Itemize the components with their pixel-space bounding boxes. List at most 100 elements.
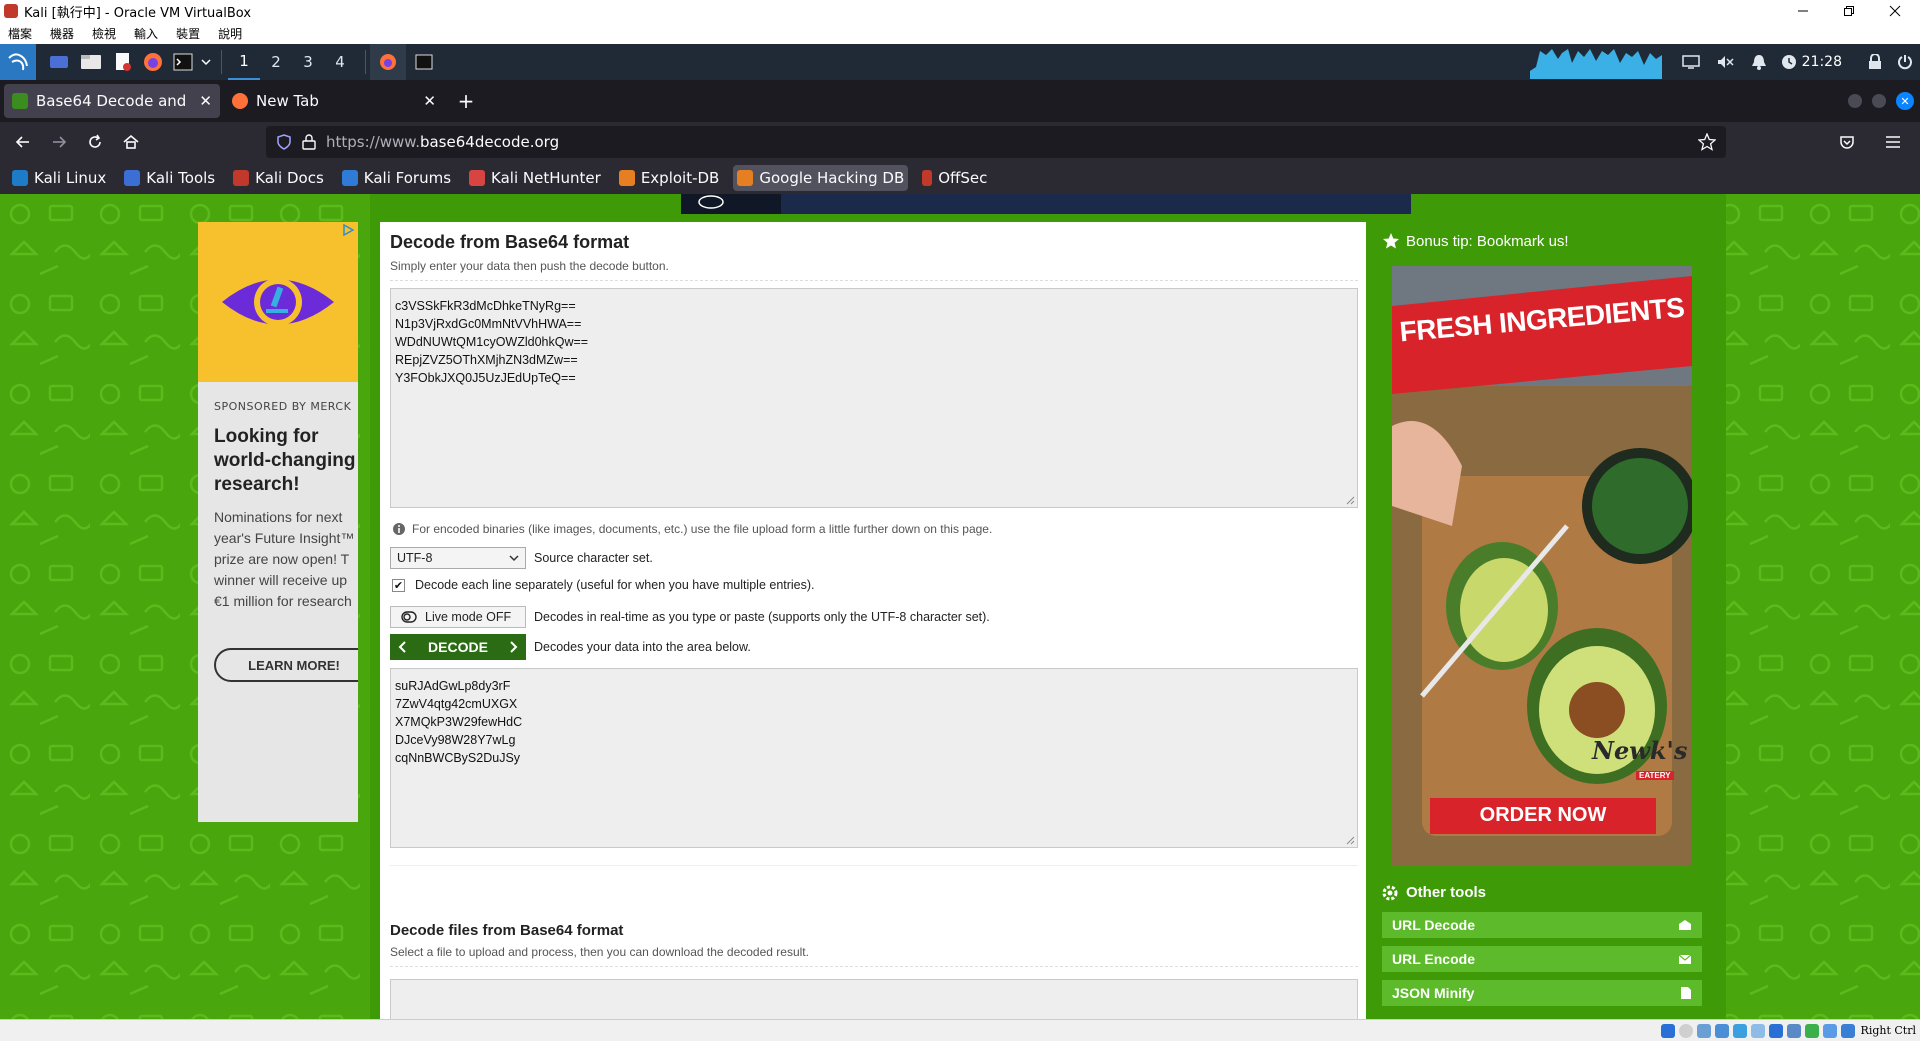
window-maximize-dot[interactable] [1872, 94, 1886, 108]
decode-each-line-checkbox[interactable]: ✔ [392, 578, 405, 592]
restore-button[interactable] [1826, 0, 1872, 22]
bookmark-exploit-db[interactable]: Exploit-DB [615, 165, 724, 191]
ghdb-icon [737, 170, 754, 186]
pocket-icon[interactable] [1830, 126, 1864, 158]
workspace-4[interactable]: 4 [324, 44, 356, 80]
host-key-label: Right Ctrl [1860, 1024, 1916, 1037]
bookmark-offsec[interactable]: OffSec [918, 165, 991, 191]
charset-row: UTF-8 Source character set. [390, 547, 653, 569]
display-icon[interactable] [1768, 1023, 1783, 1038]
cpu-icon[interactable] [1804, 1023, 1819, 1038]
virtualbox-titlebar: Kali [執行中] - Oracle VM VirtualBox [0, 0, 1920, 22]
shared-folders-icon[interactable] [1750, 1023, 1765, 1038]
bookmark-kali-tools[interactable]: Kali Tools [120, 165, 219, 191]
tool-url-encode[interactable]: URL Encode [1382, 946, 1702, 972]
reload-button[interactable] [78, 126, 112, 158]
file-upload-area[interactable] [390, 979, 1358, 1019]
kali-menu-icon[interactable] [0, 44, 36, 80]
forward-button[interactable] [42, 126, 76, 158]
window-close-icon[interactable]: ✕ [1896, 92, 1914, 110]
bookmark-google-hacking-db[interactable]: Google Hacking DB [733, 165, 909, 191]
order-now-button[interactable]: ORDER NOW [1430, 804, 1656, 827]
close-window-button[interactable] [1872, 0, 1918, 22]
resize-grip-icon[interactable] [1345, 835, 1355, 845]
tab-new-tab[interactable]: New Tab ✕ [224, 84, 444, 118]
recording-icon[interactable] [1786, 1023, 1801, 1038]
firefox-launcher-icon[interactable] [138, 44, 168, 80]
bookmark-kali-linux[interactable]: Kali Linux [8, 165, 110, 191]
file-icon [1681, 987, 1691, 999]
volume-muted-icon[interactable] [1708, 44, 1742, 80]
decode-each-line-label[interactable]: Decode each line separately (useful for … [415, 578, 815, 592]
bookmark-kali-forums[interactable]: Kali Forums [338, 165, 455, 191]
usb-icon[interactable] [1732, 1023, 1747, 1038]
workspace-2[interactable]: 2 [260, 44, 292, 80]
clock-icon [1776, 44, 1802, 80]
decode-button[interactable]: DECODE [390, 634, 526, 660]
left-sponsored-ad[interactable]: SPONSORED BY MERCK Looking for world-cha… [198, 222, 358, 822]
new-tab-button[interactable]: + [448, 84, 484, 118]
tool-url-decode[interactable]: URL Decode [1382, 912, 1702, 938]
display-icon[interactable] [1674, 44, 1708, 80]
file-manager-icon[interactable] [74, 44, 108, 80]
workspace-1[interactable]: 1 [228, 44, 260, 80]
url-bar[interactable]: https://www.base64decode.org [266, 126, 1726, 158]
back-button[interactable] [6, 126, 40, 158]
close-tab-icon[interactable]: ✕ [199, 92, 212, 110]
desktop-icon[interactable] [44, 44, 74, 80]
menu-machine[interactable]: 機器 [50, 25, 74, 42]
live-mode-toggle[interactable]: Live mode OFF [390, 606, 526, 628]
lock-icon[interactable] [1860, 44, 1890, 80]
mouse-integration-icon[interactable] [1822, 1023, 1837, 1038]
menu-devices[interactable]: 裝置 [176, 25, 200, 42]
right-restaurant-ad[interactable]: FRESH INGREDIENTS Newk's EATERY ORDER NO… [1392, 266, 1692, 866]
chevron-down-icon[interactable] [198, 44, 214, 80]
url-text[interactable]: https://www.base64decode.org [326, 133, 559, 151]
adchoices-icon[interactable] [342, 224, 354, 236]
keyboard-icon[interactable] [1840, 1023, 1855, 1038]
toggle-off-icon [401, 611, 417, 623]
audio-icon[interactable] [1696, 1023, 1711, 1038]
top-banner-ad[interactable] [681, 194, 1411, 214]
tool-json-minify[interactable]: JSON Minify [1382, 980, 1702, 1006]
learn-more-button[interactable]: LEARN MORE! [214, 648, 358, 682]
charset-select[interactable]: UTF-8 [390, 547, 526, 569]
bookmarks-toolbar: Kali Linux Kali Tools Kali Docs Kali For… [0, 162, 1920, 194]
tab-base64[interactable]: Base64 Decode and Encode ✕ [4, 84, 220, 118]
resize-grip-icon[interactable] [1345, 495, 1355, 505]
terminal-launcher-icon[interactable] [168, 44, 198, 80]
info-icon [393, 523, 405, 535]
menu-help[interactable]: 說明 [218, 25, 242, 42]
firefox-task-icon[interactable] [370, 44, 406, 80]
window-minimize-dot[interactable] [1848, 94, 1862, 108]
network-icon[interactable] [1714, 1023, 1729, 1038]
bookmark-kali-nethunter[interactable]: Kali NetHunter [465, 165, 605, 191]
optical-drive-icon[interactable] [1678, 1023, 1693, 1038]
hard-disk-icon[interactable] [1660, 1023, 1675, 1038]
text-editor-icon[interactable] [108, 44, 138, 80]
hamburger-menu-icon[interactable] [1876, 126, 1910, 158]
terminal-task-icon[interactable] [406, 44, 442, 80]
menu-input[interactable]: 輸入 [134, 25, 158, 42]
chevron-down-icon [509, 555, 519, 562]
padlock-icon[interactable] [302, 134, 316, 150]
menu-view[interactable]: 檢視 [92, 25, 116, 42]
power-icon[interactable] [1890, 44, 1920, 80]
minimize-button[interactable] [1780, 0, 1826, 22]
workspace-3[interactable]: 3 [292, 44, 324, 80]
decode-row: DECODE Decodes your data into the area b… [390, 634, 751, 660]
bookmark-kali-docs[interactable]: Kali Docs [229, 165, 328, 191]
encoded-input-textarea[interactable]: c3VSSkFkR3dMcDhkeTNyRg== N1p3VjRxdGc0MmN… [390, 288, 1358, 508]
envelope-open-icon [1679, 920, 1691, 930]
tracking-protection-shield-icon[interactable] [276, 134, 292, 150]
home-button[interactable] [114, 126, 148, 158]
menu-file[interactable]: 檔案 [8, 25, 32, 42]
live-mode-row: Live mode OFF Decodes in real-time as yo… [390, 606, 990, 628]
close-tab-icon[interactable]: ✕ [423, 92, 436, 110]
bookmark-star-icon[interactable] [1698, 133, 1716, 151]
panel-clock[interactable]: 21:28 [1802, 54, 1842, 70]
files-section-title: Decode files from Base64 format [390, 922, 624, 939]
notification-bell-icon[interactable] [1742, 44, 1776, 80]
decoded-output-textarea[interactable]: suRJAdGwLp8dy3rF 7ZwV4qtg42cmUXGX X7MQkP… [390, 668, 1358, 848]
virtualbox-menubar: 檔案 機器 檢視 輸入 裝置 說明 [0, 22, 1920, 44]
